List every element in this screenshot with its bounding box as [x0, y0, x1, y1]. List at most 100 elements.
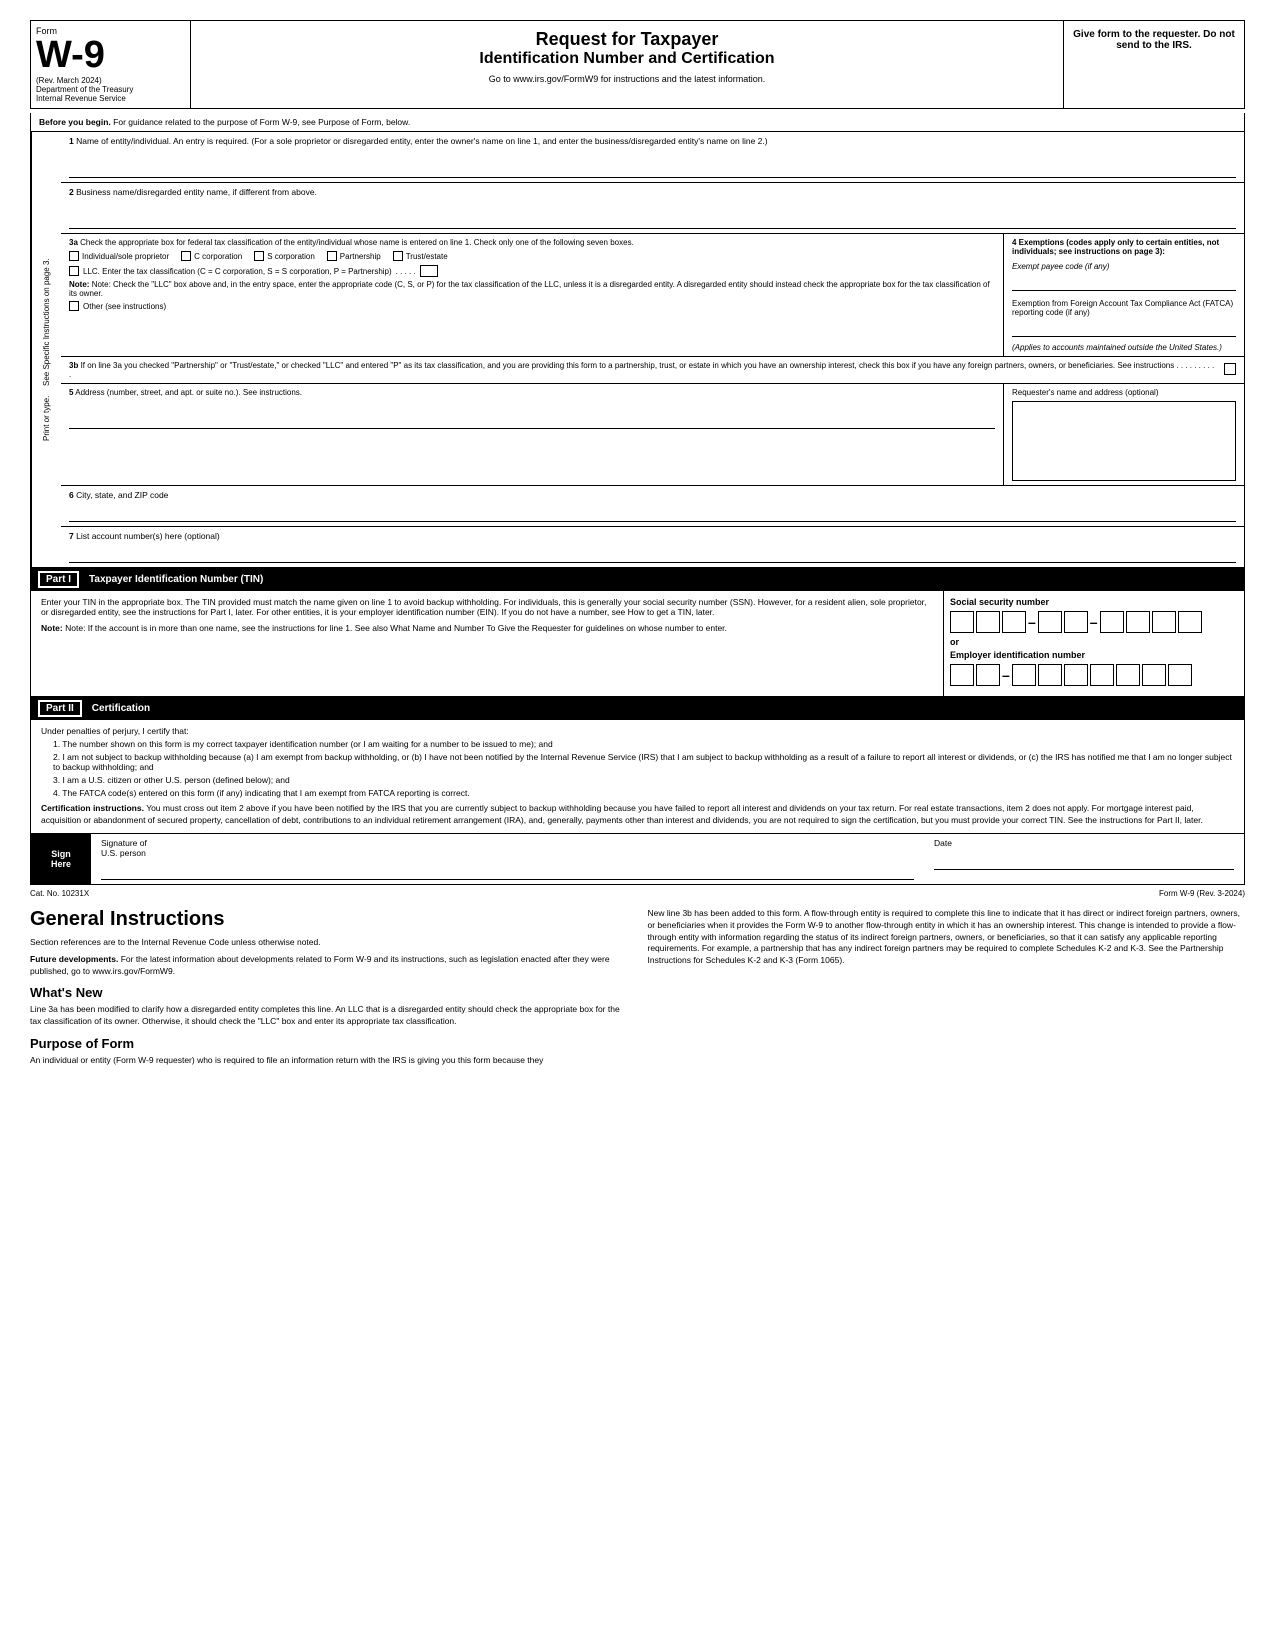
ein-box-6[interactable] — [1090, 664, 1114, 686]
form-goto: Go to www.irs.gov/FormW9 for instruction… — [199, 74, 1055, 84]
sidebar-instructions: Print or type. See Specific Instructions… — [31, 132, 61, 567]
ein-box-8[interactable] — [1142, 664, 1166, 686]
line-5-input[interactable] — [69, 401, 995, 429]
date-area: Date — [934, 838, 1234, 880]
main-form-body: Print or type. See Specific Instructions… — [30, 132, 1245, 568]
ein-box-4[interactable] — [1038, 664, 1062, 686]
line-7-row: 7 List account number(s) here (optional) — [61, 527, 1244, 567]
checkbox-partnership-label: Partnership — [340, 252, 381, 261]
llc-dots: . . . . . — [396, 267, 416, 276]
ssn-boxes: – – — [950, 611, 1238, 633]
before-begin-label: Before you begin. — [39, 117, 111, 127]
sign-here-label: Sign Here — [31, 834, 91, 884]
before-begin-text: For guidance related to the purpose of F… — [113, 117, 410, 127]
ssn-box-6[interactable] — [1100, 611, 1124, 633]
row-5: 5 Address (number, street, and apt. or s… — [61, 384, 1244, 486]
ssn-dash-1: – — [1028, 614, 1036, 630]
cert-instructions: Certification instructions. You must cro… — [41, 803, 1234, 827]
checkbox-s-corp-box[interactable] — [254, 251, 264, 261]
line-2-row: 2 Business name/disregarded entity name,… — [61, 183, 1244, 234]
ein-boxes: – — [950, 664, 1238, 686]
other-row: Other (see instructions) — [69, 301, 995, 311]
checkbox-s-corp[interactable]: S corporation — [254, 251, 315, 261]
ssn-box-7[interactable] — [1126, 611, 1150, 633]
give-form-text: Give form to the requester. Do not send … — [1073, 29, 1235, 51]
general-instructions: General Instructions Section references … — [30, 908, 1245, 1072]
ssn-box-1[interactable] — [950, 611, 974, 633]
checkbox-c-corp-box[interactable] — [181, 251, 191, 261]
signature-area: Signature of U.S. person — [101, 838, 914, 880]
sign-here-section: Sign Here Signature of U.S. person Date — [30, 834, 1245, 885]
page: Form W-9 (Rev. March 2024) Department of… — [0, 0, 1275, 1092]
checkbox-llc-box[interactable] — [69, 266, 79, 276]
ssn-box-2[interactable] — [976, 611, 1000, 633]
part-1-right: Social security number – – or Employer i… — [944, 591, 1244, 696]
checkbox-individual-box[interactable] — [69, 251, 79, 261]
form-title-1: Request for Taxpayer — [199, 29, 1055, 50]
checkboxes-row-1: Individual/sole proprietor C corporation… — [69, 251, 995, 261]
line-7-input[interactable] — [69, 545, 1236, 563]
sign-fields: Signature of U.S. person Date — [91, 834, 1244, 884]
exempt-payee-input[interactable] — [1012, 275, 1236, 291]
row-3a: 3a Check the appropriate box for federal… — [61, 234, 1004, 356]
exempt-payee-label: Exempt payee code (if any) — [1012, 262, 1236, 271]
sig-label-text: Signature of U.S. person — [101, 838, 914, 858]
line-7-label: 7 List account number(s) here (optional) — [69, 531, 1236, 541]
row-3b-text: 3b If on line 3a you checked "Partnershi… — [69, 361, 1216, 379]
rev-date: (Rev. March 2024) — [36, 76, 185, 85]
ein-box-3[interactable] — [1012, 664, 1036, 686]
line-1-input[interactable] — [69, 150, 1236, 178]
irs-label: Internal Revenue Service — [36, 94, 185, 103]
part-1-header: Part I Taxpayer Identification Number (T… — [30, 568, 1245, 591]
row-3b: 3b If on line 3a you checked "Partnershi… — [61, 357, 1244, 384]
ssn-box-5[interactable] — [1064, 611, 1088, 633]
checkbox-individual-label: Individual/sole proprietor — [82, 252, 169, 261]
signature-line[interactable] — [101, 858, 914, 880]
ein-dash: – — [1002, 667, 1010, 683]
form-word: Form W-9 — [36, 26, 105, 74]
line-6-row: 6 City, state, and ZIP code — [61, 486, 1244, 527]
ein-box-1[interactable] — [950, 664, 974, 686]
checkbox-3b[interactable] — [1224, 363, 1236, 375]
dept-label: Department of the Treasury — [36, 85, 185, 94]
ein-box-2[interactable] — [976, 664, 1000, 686]
ssn-box-3[interactable] — [1002, 611, 1026, 633]
gen-right-col: New line 3b has been added to this form.… — [648, 908, 1246, 1072]
line-4-header: 4 Exemptions (codes apply only to certai… — [1012, 238, 1236, 256]
gen-title: General Instructions — [30, 908, 628, 931]
ein-box-7[interactable] — [1116, 664, 1140, 686]
purpose-title: Purpose of Form — [30, 1036, 628, 1051]
checkbox-other-box[interactable] — [69, 301, 79, 311]
checkbox-c-corp-label: C corporation — [194, 252, 242, 261]
row-3a-4: 3a Check the appropriate box for federal… — [61, 234, 1244, 357]
checkbox-partnership[interactable]: Partnership — [327, 251, 381, 261]
ein-label: Employer identification number — [950, 650, 1238, 660]
form-header: Form W-9 (Rev. March 2024) Department of… — [30, 20, 1245, 109]
line-3a-label: 3a Check the appropriate box for federal… — [69, 238, 995, 247]
ssn-box-8[interactable] — [1152, 611, 1176, 633]
ein-box-5[interactable] — [1064, 664, 1088, 686]
date-line[interactable] — [934, 848, 1234, 870]
fatca-input[interactable] — [1012, 321, 1236, 337]
ein-box-9[interactable] — [1168, 664, 1192, 686]
checkbox-partnership-box[interactable] — [327, 251, 337, 261]
cert-instructions-bold: Certification instructions. — [41, 803, 144, 813]
fatca-note: (Applies to accounts maintained outside … — [1012, 343, 1236, 352]
checkbox-trust-box[interactable] — [393, 251, 403, 261]
cert-item-3: 3. I am a U.S. citizen or other U.S. per… — [53, 775, 1234, 785]
sign-word: Sign — [51, 849, 71, 859]
ssn-box-4[interactable] — [1038, 611, 1062, 633]
whats-new-title: What's New — [30, 985, 628, 1000]
cert-item-1: 1. The number shown on this form is my c… — [53, 739, 1234, 749]
checkbox-trust[interactable]: Trust/estate — [393, 251, 448, 261]
requester-input[interactable] — [1012, 401, 1236, 481]
cert-item-2: 2. I am not subject to backup withholdin… — [53, 752, 1234, 772]
line-6-input[interactable] — [69, 504, 1236, 522]
sidebar-text-1: See Specific Instructions on page 3. — [42, 258, 51, 386]
checkbox-individual[interactable]: Individual/sole proprietor — [69, 251, 169, 261]
llc-input[interactable] — [420, 265, 438, 277]
part-1-body: Enter your TIN in the appropriate box. T… — [30, 591, 1245, 697]
checkbox-c-corp[interactable]: C corporation — [181, 251, 242, 261]
ssn-box-9[interactable] — [1178, 611, 1202, 633]
line-2-input[interactable] — [69, 201, 1236, 229]
